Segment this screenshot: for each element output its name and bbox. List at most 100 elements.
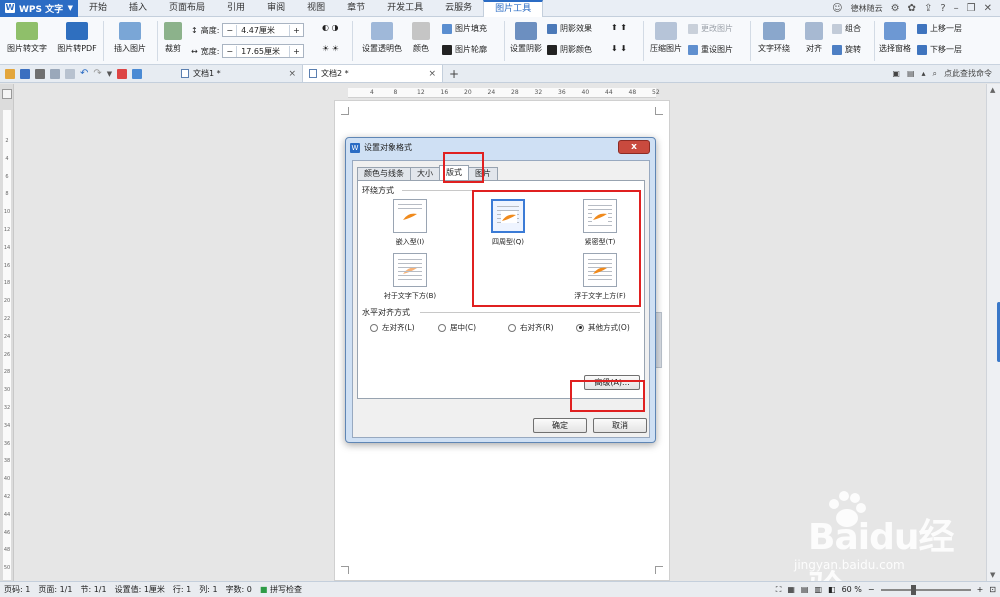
read-view-icon[interactable]: ▥ (814, 585, 822, 594)
compress-button[interactable]: 压缩图片 (648, 22, 684, 54)
halign-center-radio[interactable]: 居中(C) (438, 322, 476, 333)
shadow-color-button[interactable]: 阴影颜色 (547, 44, 592, 55)
close-tab-icon[interactable]: × (428, 69, 436, 79)
tab-picture-tools[interactable]: 图片工具 (483, 0, 544, 17)
tab-size[interactable]: 大小 (410, 167, 440, 180)
halign-left-radio[interactable]: 左对齐(L) (370, 322, 415, 333)
crop-button[interactable]: 裁剪 (161, 22, 185, 54)
change-pic-button[interactable]: 更改图片 (688, 23, 733, 34)
zoom-in-icon[interactable]: + (977, 585, 984, 594)
wrap-behind-option[interactable]: 衬于文字下方(B) (374, 253, 446, 301)
scroll-down-icon[interactable]: ▼ (990, 571, 995, 579)
wps-icon[interactable] (117, 68, 128, 79)
width-decrease-button[interactable]: − (223, 47, 236, 56)
fullscreen-icon[interactable]: ⛶ (776, 585, 782, 595)
selection-pane-button[interactable]: 选择窗格 (877, 22, 913, 54)
comment-icon[interactable]: ▣ (892, 69, 900, 78)
app-menu-button[interactable]: W WPS 文字 ▼ (0, 0, 78, 17)
zoom-level[interactable]: 60 % (842, 585, 862, 594)
spell-check-toggle[interactable]: ■ 拼写检查 (256, 584, 306, 595)
tab-list-icon[interactable]: ▤ (907, 69, 915, 78)
tab-insert[interactable]: 插入 (118, 0, 158, 17)
cloud-icon[interactable] (132, 68, 143, 79)
tab-section[interactable]: 章节 (336, 0, 376, 17)
page-view-icon[interactable]: ▦ (787, 585, 795, 594)
shadow-effect-button[interactable]: 阴影效果 (547, 23, 592, 34)
height-decrease-button[interactable]: − (223, 26, 236, 35)
doc-tab-2[interactable]: 文档2 * × (303, 65, 443, 82)
nudge-down-icon[interactable]: ⬇ ⬇ (611, 44, 627, 53)
fit-icon[interactable]: ⊡ (989, 585, 996, 594)
send-backward-button[interactable]: 下移一层 (917, 44, 962, 55)
undo-icon[interactable]: ↶ (80, 68, 88, 79)
customize-icon[interactable]: ▼ (107, 70, 112, 78)
reset-pic-button[interactable]: 重设图片 (688, 44, 733, 55)
height-input[interactable]: 4.47厘米 (236, 24, 291, 36)
more-icon[interactable]: ▴ (922, 69, 926, 78)
text-wrap-button[interactable]: 文字环绕 (754, 22, 794, 54)
command-search[interactable]: 点此查找命令 (944, 68, 992, 79)
tab-colors-lines[interactable]: 颜色与线条 (357, 167, 411, 180)
minimize-icon[interactable]: – (954, 3, 959, 14)
outline-view-icon[interactable]: ▤ (801, 585, 809, 594)
dialog-titlebar[interactable]: W 设置对象格式 (346, 138, 655, 157)
pic-to-text-button[interactable]: 图片转文字 (4, 22, 50, 54)
restore-icon[interactable]: ❐ (967, 3, 976, 14)
tab-references[interactable]: 引用 (216, 0, 256, 17)
ok-button[interactable]: 确定 (533, 418, 587, 433)
brightness-icon[interactable]: ☀ ☀ (322, 44, 339, 53)
print-preview-icon[interactable] (50, 68, 60, 79)
upload-icon[interactable]: ⇪ (924, 3, 932, 14)
dialog-close-button[interactable]: x (618, 140, 650, 154)
ruler-toggle-icon[interactable] (2, 89, 12, 99)
save-icon[interactable] (20, 68, 30, 79)
skin-icon[interactable]: ⚙ (891, 3, 900, 14)
cancel-button[interactable]: 取消 (593, 418, 647, 433)
zoom-slider[interactable] (880, 584, 971, 595)
rotate-button[interactable]: 旋转 (832, 44, 861, 55)
pic-fill-button[interactable]: 图片填充 (442, 23, 487, 34)
height-increase-button[interactable]: + (290, 26, 303, 35)
scroll-up-icon[interactable]: ▲ (990, 86, 995, 94)
group-button[interactable]: 组合 (832, 23, 861, 34)
close-tab-icon[interactable]: × (288, 69, 296, 79)
zoom-slider-knob[interactable] (910, 584, 916, 595)
halign-other-radio[interactable]: 其他方式(O) (576, 322, 630, 333)
set-shadow-button[interactable]: 设置阴影 (508, 22, 544, 54)
tab-cloud[interactable]: 云服务 (434, 0, 483, 17)
tab-page-layout[interactable]: 页面布局 (158, 0, 216, 17)
nudge-up-icon[interactable]: ⬆ ⬆ (611, 23, 627, 32)
wrap-inline-option[interactable]: 嵌入型(I) (380, 199, 440, 247)
tab-developer[interactable]: 开发工具 (376, 0, 434, 17)
align-button[interactable]: 对齐 (800, 22, 828, 54)
open-icon[interactable] (5, 68, 15, 79)
width-stepper[interactable]: − 17.65厘米 + (222, 44, 304, 58)
redo-icon[interactable]: ↷ (93, 68, 101, 79)
print-icon[interactable] (35, 68, 45, 79)
insert-pic-button[interactable]: 插入图片 (108, 22, 152, 54)
tab-home[interactable]: 开始 (78, 0, 118, 17)
color-button[interactable]: 颜色 (408, 22, 434, 54)
tab-review[interactable]: 审阅 (256, 0, 296, 17)
height-stepper[interactable]: − 4.47厘米 + (222, 23, 304, 37)
format-painter-icon[interactable] (65, 68, 75, 79)
pic-outline-button[interactable]: 图片轮廓 (442, 44, 487, 55)
help-icon[interactable]: ? (940, 3, 945, 14)
tab-view[interactable]: 视图 (296, 0, 336, 17)
width-increase-button[interactable]: + (290, 47, 303, 56)
close-icon[interactable]: ✕ (984, 3, 992, 14)
doc-tab-1[interactable]: 文档1 * × (175, 65, 303, 82)
bring-forward-button[interactable]: 上移一层 (917, 23, 962, 34)
set-transparent-button[interactable]: 设置透明色 (358, 22, 406, 54)
user-name[interactable]: 德林随云 (851, 3, 883, 14)
halign-right-radio[interactable]: 右对齐(R) (508, 322, 554, 333)
pic-to-pdf-button[interactable]: 图片转PDF (55, 22, 99, 54)
vertical-scrollbar[interactable]: ▲ ▼ (986, 84, 1000, 581)
settings-icon[interactable]: ✿ (908, 3, 916, 14)
contrast-icon[interactable]: ◐ ◑ (322, 23, 339, 32)
zoom-out-icon[interactable]: − (868, 585, 875, 594)
search-icon[interactable]: ⌕ (933, 69, 937, 79)
width-input[interactable]: 17.65厘米 (236, 45, 291, 57)
new-tab-button[interactable]: + (443, 67, 465, 81)
web-view-icon[interactable]: ◧ (828, 585, 836, 594)
